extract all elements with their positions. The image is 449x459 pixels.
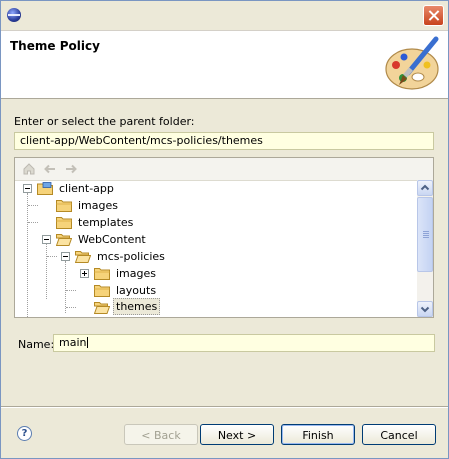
- parent-folder-label: Enter or select the parent folder:: [14, 115, 195, 128]
- folder-open-icon: [56, 234, 72, 246]
- folder-tree: client-app images templates WebContent m…: [15, 180, 417, 317]
- close-icon[interactable]: [423, 5, 444, 26]
- back-arrow-icon[interactable]: [43, 162, 57, 176]
- tree-item-themes[interactable]: themes: [15, 298, 415, 316]
- tree-item-images-nested[interactable]: images: [15, 265, 415, 282]
- page-title: Theme Policy: [10, 39, 100, 53]
- grip-line: [423, 231, 429, 232]
- tree-item-webcontent[interactable]: WebContent: [15, 231, 415, 248]
- folder-icon: [56, 200, 72, 212]
- eclipse-app-icon: [7, 8, 21, 22]
- finish-button[interactable]: Finish: [281, 424, 355, 445]
- expand-toggle[interactable]: [80, 269, 89, 278]
- dialog-window: Theme Policy Enter or select the parent …: [0, 0, 449, 459]
- folder-icon: [56, 217, 72, 229]
- tree-item-label: images: [78, 199, 118, 212]
- folder-open-icon: [94, 302, 110, 314]
- tree-scrollbar[interactable]: [417, 180, 433, 317]
- tree-item-label: mcs-policies: [97, 250, 165, 263]
- tree-item-client-app[interactable]: client-app: [15, 180, 415, 197]
- title-bar[interactable]: [1, 1, 448, 31]
- tree-item-label: layouts: [116, 284, 157, 297]
- forward-arrow-icon[interactable]: [64, 162, 78, 176]
- grip-line: [423, 237, 429, 238]
- tree-item-images[interactable]: images: [15, 197, 415, 214]
- folder-tree-panel: client-app images templates WebContent m…: [14, 157, 434, 318]
- scroll-thumb[interactable]: [417, 197, 433, 272]
- chevron-down-icon: [420, 306, 430, 313]
- collapse-toggle[interactable]: [23, 184, 32, 193]
- tree-item-layouts[interactable]: layouts: [15, 282, 415, 299]
- grip-line: [423, 233, 429, 234]
- project-folder-icon: [37, 182, 53, 195]
- home-icon[interactable]: [22, 162, 36, 176]
- cancel-button[interactable]: Cancel: [362, 424, 436, 445]
- tree-item-templates[interactable]: templates: [15, 214, 415, 231]
- grip-line: [423, 235, 429, 236]
- name-input[interactable]: main: [53, 334, 435, 352]
- parent-folder-input[interactable]: client-app/WebContent/mcs-policies/theme…: [14, 132, 434, 150]
- folder-icon: [94, 285, 110, 297]
- scroll-down-button[interactable]: [417, 301, 433, 317]
- folder-icon: [94, 268, 110, 280]
- back-button[interactable]: < Back: [124, 424, 198, 445]
- collapse-toggle[interactable]: [42, 235, 51, 244]
- tree-item-label: templates: [78, 216, 134, 229]
- scroll-up-button[interactable]: [417, 180, 433, 196]
- button-bar-separator: [1, 406, 448, 408]
- next-button[interactable]: Next >: [200, 424, 274, 445]
- palette-brush-icon: [381, 35, 443, 95]
- help-icon[interactable]: ?: [17, 426, 32, 441]
- tree-item-label: WebContent: [78, 233, 146, 246]
- text-caret: [87, 337, 89, 348]
- name-input-value: main: [59, 336, 87, 349]
- tree-item-label: images: [116, 267, 156, 280]
- tree-item-label: client-app: [59, 182, 114, 195]
- name-label: Name:: [18, 338, 55, 351]
- tree-item-mcs-policies[interactable]: mcs-policies: [15, 248, 415, 265]
- folder-open-icon: [75, 251, 91, 263]
- collapse-toggle[interactable]: [61, 252, 70, 261]
- wizard-header: Theme Policy: [1, 31, 448, 99]
- tree-toolbar: [15, 158, 433, 181]
- chevron-up-icon: [420, 184, 430, 191]
- tree-item-label: themes: [113, 298, 161, 315]
